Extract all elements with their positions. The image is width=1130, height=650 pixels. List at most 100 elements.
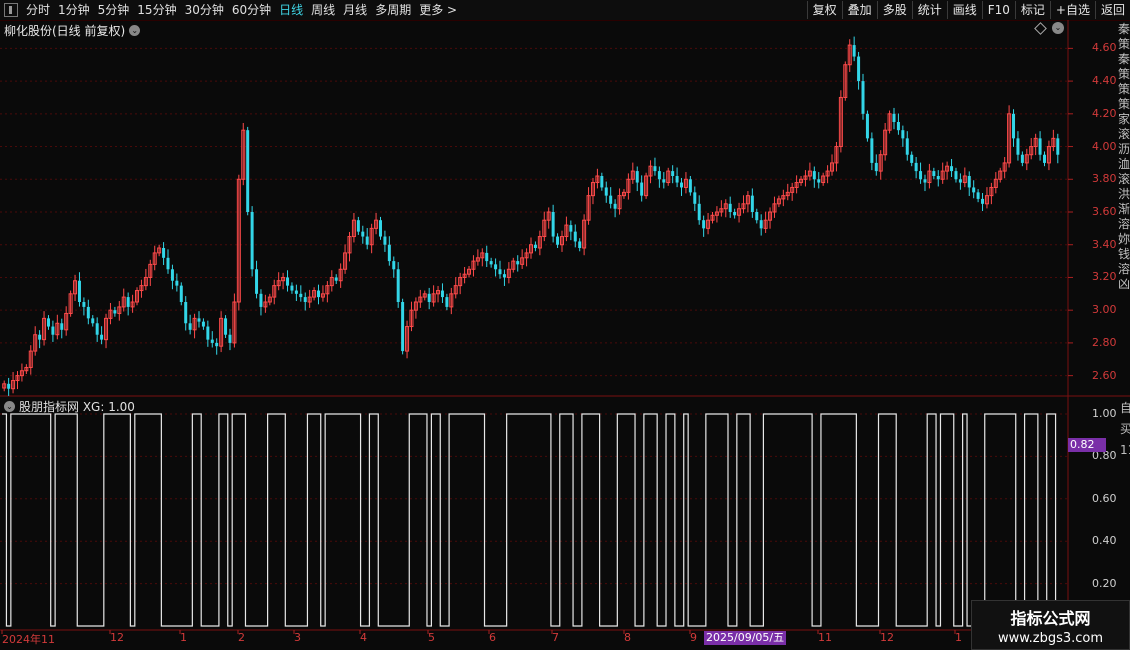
- candle: [945, 161, 950, 180]
- candle: [609, 187, 613, 209]
- collapse-icon[interactable]: ⌄: [1052, 22, 1064, 34]
- candle: [60, 318, 64, 339]
- x-axis-label: 2024年11: [2, 633, 55, 646]
- candle: [117, 301, 122, 321]
- candle: [219, 311, 224, 353]
- candle: [511, 257, 516, 273]
- candle: [24, 364, 29, 374]
- candle: [693, 186, 697, 212]
- candle: [870, 132, 874, 171]
- candle: [255, 260, 259, 299]
- candle: [334, 274, 338, 284]
- candle: [878, 150, 883, 180]
- candle: [914, 157, 918, 179]
- candle: [533, 241, 537, 252]
- candle: [436, 285, 441, 303]
- candle: [236, 174, 241, 311]
- candle: [958, 173, 962, 190]
- price-axis-label: 4.60: [1092, 41, 1117, 55]
- candle: [374, 212, 379, 235]
- candle: [781, 189, 786, 207]
- candle: [600, 172, 604, 191]
- candle: [143, 268, 148, 291]
- candle: [1007, 105, 1012, 168]
- candle: [82, 297, 86, 316]
- x-axis-label: 1: [955, 631, 962, 644]
- watermark-title: 指标公式网: [1010, 609, 1091, 628]
- x-axis-label: 5: [428, 631, 435, 644]
- candle: [1002, 157, 1007, 179]
- candle: [998, 167, 1003, 183]
- candle: [126, 292, 130, 316]
- candle: [422, 290, 427, 301]
- indicator-menu-icon[interactable]: ⌄: [4, 401, 15, 412]
- candle: [1024, 148, 1029, 171]
- chart-canvas[interactable]: [0, 0, 1130, 650]
- candle: [821, 172, 826, 186]
- candle: [281, 272, 286, 290]
- x-axis-label: 12: [110, 631, 124, 644]
- candle: [317, 284, 321, 305]
- candle: [932, 167, 936, 180]
- watermark-url: www.zbgs3.com: [997, 631, 1104, 646]
- candle: [967, 171, 971, 196]
- candle: [365, 228, 369, 250]
- price-axis-label: 3.60: [1092, 205, 1117, 218]
- candle: [590, 177, 595, 205]
- candle: [745, 191, 750, 213]
- x-axis-label: 2: [238, 631, 245, 644]
- candle: [1012, 109, 1016, 147]
- candle: [630, 162, 635, 184]
- candle: [750, 188, 754, 218]
- candle: [1020, 151, 1024, 167]
- candle: [733, 208, 737, 219]
- candle: [556, 233, 560, 248]
- candle: [290, 282, 294, 294]
- right-strip-text: 秦策秦策策策家滚沥洫滚洪渐溶妳钱溶凶: [1118, 22, 1130, 291]
- candle: [329, 270, 334, 292]
- candle: [294, 284, 298, 302]
- price-axis-label: 3.20: [1092, 270, 1117, 284]
- x-axis-label: 3: [294, 631, 301, 644]
- candle: [55, 314, 60, 340]
- price-axis-label: 4.00: [1092, 139, 1117, 153]
- candle: [86, 299, 90, 325]
- candle: [445, 293, 449, 311]
- candle: [241, 122, 246, 186]
- chevron-down-icon[interactable]: ⌄: [129, 25, 141, 36]
- candle: [121, 288, 126, 312]
- candle: [537, 230, 542, 256]
- candle: [135, 287, 140, 306]
- candle: [892, 107, 896, 130]
- candle: [347, 231, 352, 262]
- candle: [838, 90, 843, 153]
- candle: [635, 166, 639, 192]
- candle: [662, 172, 666, 189]
- candle: [675, 167, 679, 188]
- candle: [166, 249, 170, 274]
- candle: [559, 230, 564, 252]
- candle: [564, 216, 569, 242]
- x-axis-label: 9: [690, 631, 697, 644]
- candle: [542, 211, 547, 242]
- candle: [776, 195, 781, 208]
- candle: [626, 173, 631, 200]
- candle: [387, 236, 391, 266]
- candle: [104, 313, 109, 349]
- price-axis-label: 4.20: [1092, 106, 1117, 120]
- candle: [179, 282, 183, 306]
- candle: [250, 206, 254, 277]
- price-axis-label: 3.00: [1092, 303, 1117, 317]
- candle: [671, 165, 675, 184]
- candle: [825, 165, 830, 184]
- candle: [162, 242, 166, 266]
- candle: [19, 363, 24, 382]
- xg-line: [2, 413, 1060, 627]
- candle: [485, 245, 489, 267]
- stock-title: 柳化股份(日线 前复权) ⌄: [4, 22, 141, 39]
- candle: [475, 249, 480, 266]
- candle: [993, 172, 998, 194]
- candle: [325, 281, 330, 303]
- candle: [905, 131, 909, 161]
- candle: [494, 258, 498, 277]
